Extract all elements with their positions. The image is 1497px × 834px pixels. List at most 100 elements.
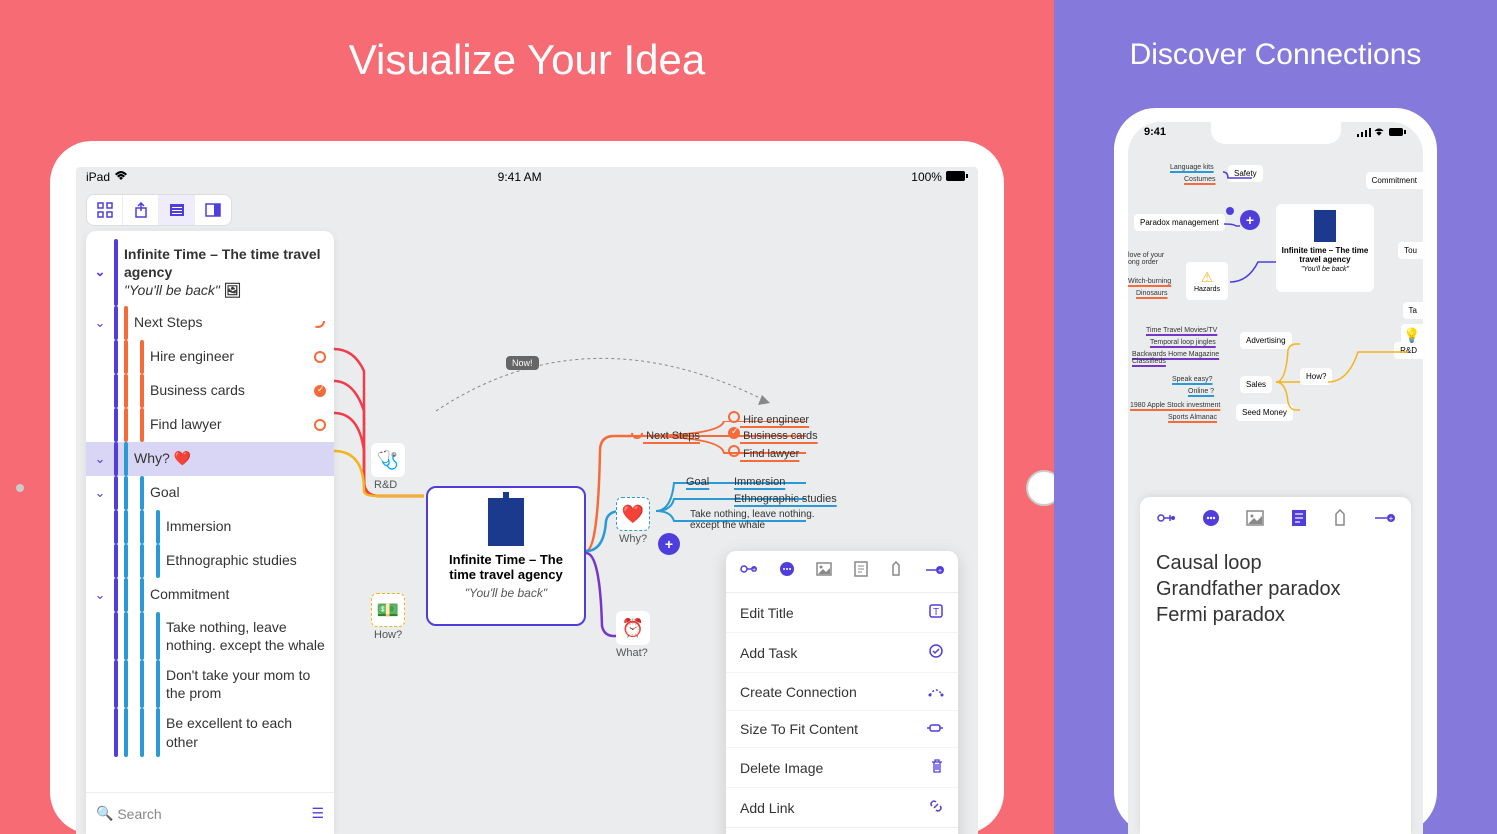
center-node[interactable]: Infinite Time – The time travel agency "… [426, 486, 586, 626]
trash-icon [930, 758, 944, 777]
ph-online[interactable]: Online ? [1188, 388, 1214, 395]
add-child-icon[interactable] [1156, 510, 1176, 531]
note-icon[interactable] [1291, 509, 1307, 532]
ph-backwards[interactable]: Backwards Home Magazine Classifieds [1132, 351, 1219, 365]
image-icon[interactable] [816, 562, 832, 581]
iphone-mindmap[interactable]: Language kits Costumes Safety Commitment… [1128, 152, 1423, 492]
outline-search[interactable]: 🔍 Search ☰ [86, 792, 334, 834]
heart-icon[interactable]: ❤️ [616, 497, 650, 531]
map-biz[interactable]: Business cards [728, 427, 818, 442]
ph-paradox-mgmt[interactable]: Paradox management [1134, 214, 1225, 231]
ph-add-button[interactable]: + [1240, 210, 1260, 230]
map-goal[interactable]: Goal [686, 476, 709, 488]
grid-icon[interactable] [87, 195, 123, 225]
outline-hire[interactable]: Hire engineer [86, 340, 334, 374]
ctx-add-link[interactable]: Add Link [726, 788, 958, 827]
left-title: Visualize Your Idea [0, 0, 1054, 84]
chevron-down-icon[interactable]: ⌄ [86, 264, 114, 280]
map-hire[interactable]: Hire engineer [728, 411, 809, 426]
add-sibling-icon[interactable]: + [1373, 511, 1395, 530]
outline-ethno[interactable]: Ethnographic studies [86, 544, 334, 578]
ph-safety[interactable]: Safety [1228, 165, 1263, 182]
ph-lang[interactable]: Language kits [1170, 164, 1214, 171]
ph-lightbulb-icon[interactable]: 💡 [1401, 324, 1423, 346]
ctx-edit-title[interactable]: Edit TitleT [726, 593, 958, 633]
add-sibling-icon[interactable]: + [924, 563, 944, 581]
ph-commitment[interactable]: Commitment [1366, 172, 1423, 189]
ph-seed[interactable]: Seed Money [1236, 404, 1293, 421]
ph-costumes[interactable]: Costumes [1184, 176, 1216, 183]
outline-takenothing[interactable]: Take nothing, leave nothing. except the … [86, 612, 334, 660]
ipad-frame: iPad 9:41 AM 100% [50, 141, 1004, 834]
battery-icon [946, 170, 968, 184]
more-icon[interactable] [779, 561, 795, 582]
outline-body: ⌄ Infinite Time – The time travel agency… [86, 231, 334, 792]
outline-excellent[interactable]: Be excellent to each other [86, 708, 334, 756]
outline-title-row[interactable]: ⌄ Infinite Time – The time travel agency… [86, 239, 334, 306]
sidebar-toggle-icon[interactable] [195, 195, 231, 225]
right-promo-panel: Discover Connections 9:41 Language kits … [1054, 0, 1497, 834]
center-node-subtitle: "You'll be back" [434, 586, 578, 600]
list-icon[interactable] [159, 195, 195, 225]
ph-witch[interactable]: Witch-burning [1128, 278, 1171, 285]
stethoscope-icon[interactable]: 🩺 [371, 443, 405, 477]
chevron-down-icon[interactable]: ⌄ [86, 315, 114, 331]
outline-sidebar: ⌄ Infinite Time – The time travel agency… [86, 231, 334, 834]
outline-lawyer[interactable]: Find lawyer [86, 408, 334, 442]
iphone-time: 9:41 [1144, 126, 1166, 141]
ph-ta[interactable]: Ta [1403, 302, 1423, 319]
ph-how[interactable]: How? [1300, 368, 1332, 385]
image-icon[interactable] [1246, 510, 1264, 531]
chevron-down-icon[interactable]: ⌄ [86, 485, 114, 501]
ph-love[interactable]: love of your ong order [1128, 252, 1164, 266]
map-ethno[interactable]: Ethnographic studies [734, 493, 837, 505]
svg-text:+: + [938, 568, 942, 575]
alarm-clock-icon[interactable]: ⏰ [616, 611, 650, 645]
style-icon[interactable] [889, 561, 903, 582]
outline-biz[interactable]: Business cards [86, 374, 334, 408]
ph-movies[interactable]: Time Travel Movies/TV [1146, 327, 1217, 334]
ph-speakeasy[interactable]: Speak easy? [1172, 376, 1212, 383]
money-icon[interactable]: 💵 [371, 593, 405, 627]
ph-jingles[interactable]: Temporal loop jingles [1150, 339, 1216, 346]
text-icon: T [928, 603, 944, 622]
add-node-button[interactable]: + [658, 533, 680, 555]
note-icon[interactable] [854, 561, 868, 582]
chevron-down-icon[interactable]: ⌄ [86, 451, 114, 467]
outline-nextsteps[interactable]: ⌄ Next Steps [86, 306, 334, 340]
ph-almanac[interactable]: Sports Almanac [1168, 414, 1217, 421]
outline-why[interactable]: ⌄ Why? ❤️ [86, 442, 334, 476]
outline-commitment[interactable]: ⌄ Commitment [86, 578, 334, 612]
map-takenothing[interactable]: Take nothing, leave nothing. except the … [690, 509, 815, 531]
ph-center-node[interactable]: Infinite time – The time travel agency "… [1276, 204, 1374, 292]
chevron-down-icon[interactable]: ⌄ [86, 587, 114, 603]
right-title: Discover Connections [1054, 0, 1497, 72]
ctx-create-connection[interactable]: Create Connection [726, 673, 958, 711]
ph-dinos[interactable]: Dinosaurs [1136, 290, 1168, 297]
more-icon[interactable] [1202, 509, 1220, 532]
share-icon[interactable] [123, 195, 159, 225]
heart-icon: ❤️ [174, 450, 191, 466]
ph-advertising[interactable]: Advertising [1240, 332, 1292, 349]
ph-apple[interactable]: 1980 Apple Stock investment [1130, 402, 1220, 409]
add-child-icon[interactable]: + [740, 561, 758, 582]
ph-sales[interactable]: Sales [1240, 376, 1272, 393]
ph-touch[interactable]: Tou [1398, 242, 1423, 259]
map-immersion[interactable]: Immersion [734, 476, 785, 488]
now-badge: Now! [506, 356, 539, 370]
outline-immersion[interactable]: Immersion [86, 510, 334, 544]
ph-hazards[interactable]: ⚠ Hazards [1186, 262, 1228, 300]
outline-title: Infinite Time – The time travel agency "… [124, 239, 326, 306]
ipad-status-bar: iPad 9:41 AM 100% [76, 167, 978, 187]
outline-mom[interactable]: Don't take your mom to the prom [86, 660, 334, 708]
ctx-delete-image[interactable]: Delete Image [726, 748, 958, 788]
map-lawyer[interactable]: Find lawyer [728, 445, 799, 460]
style-icon[interactable] [1333, 509, 1347, 532]
ctx-add-task[interactable]: Add Task [726, 633, 958, 673]
outline-goal[interactable]: ⌄ Goal [86, 476, 334, 510]
map-nextsteps[interactable]: Next Steps [631, 427, 700, 442]
iphone-note-content[interactable]: Causal loop Grandfather paradox Fermi pa… [1156, 550, 1395, 628]
tardis-icon [488, 498, 524, 546]
ctx-size-fit[interactable]: Size To Fit Content [726, 711, 958, 748]
filter-icon[interactable]: ☰ [311, 805, 324, 822]
